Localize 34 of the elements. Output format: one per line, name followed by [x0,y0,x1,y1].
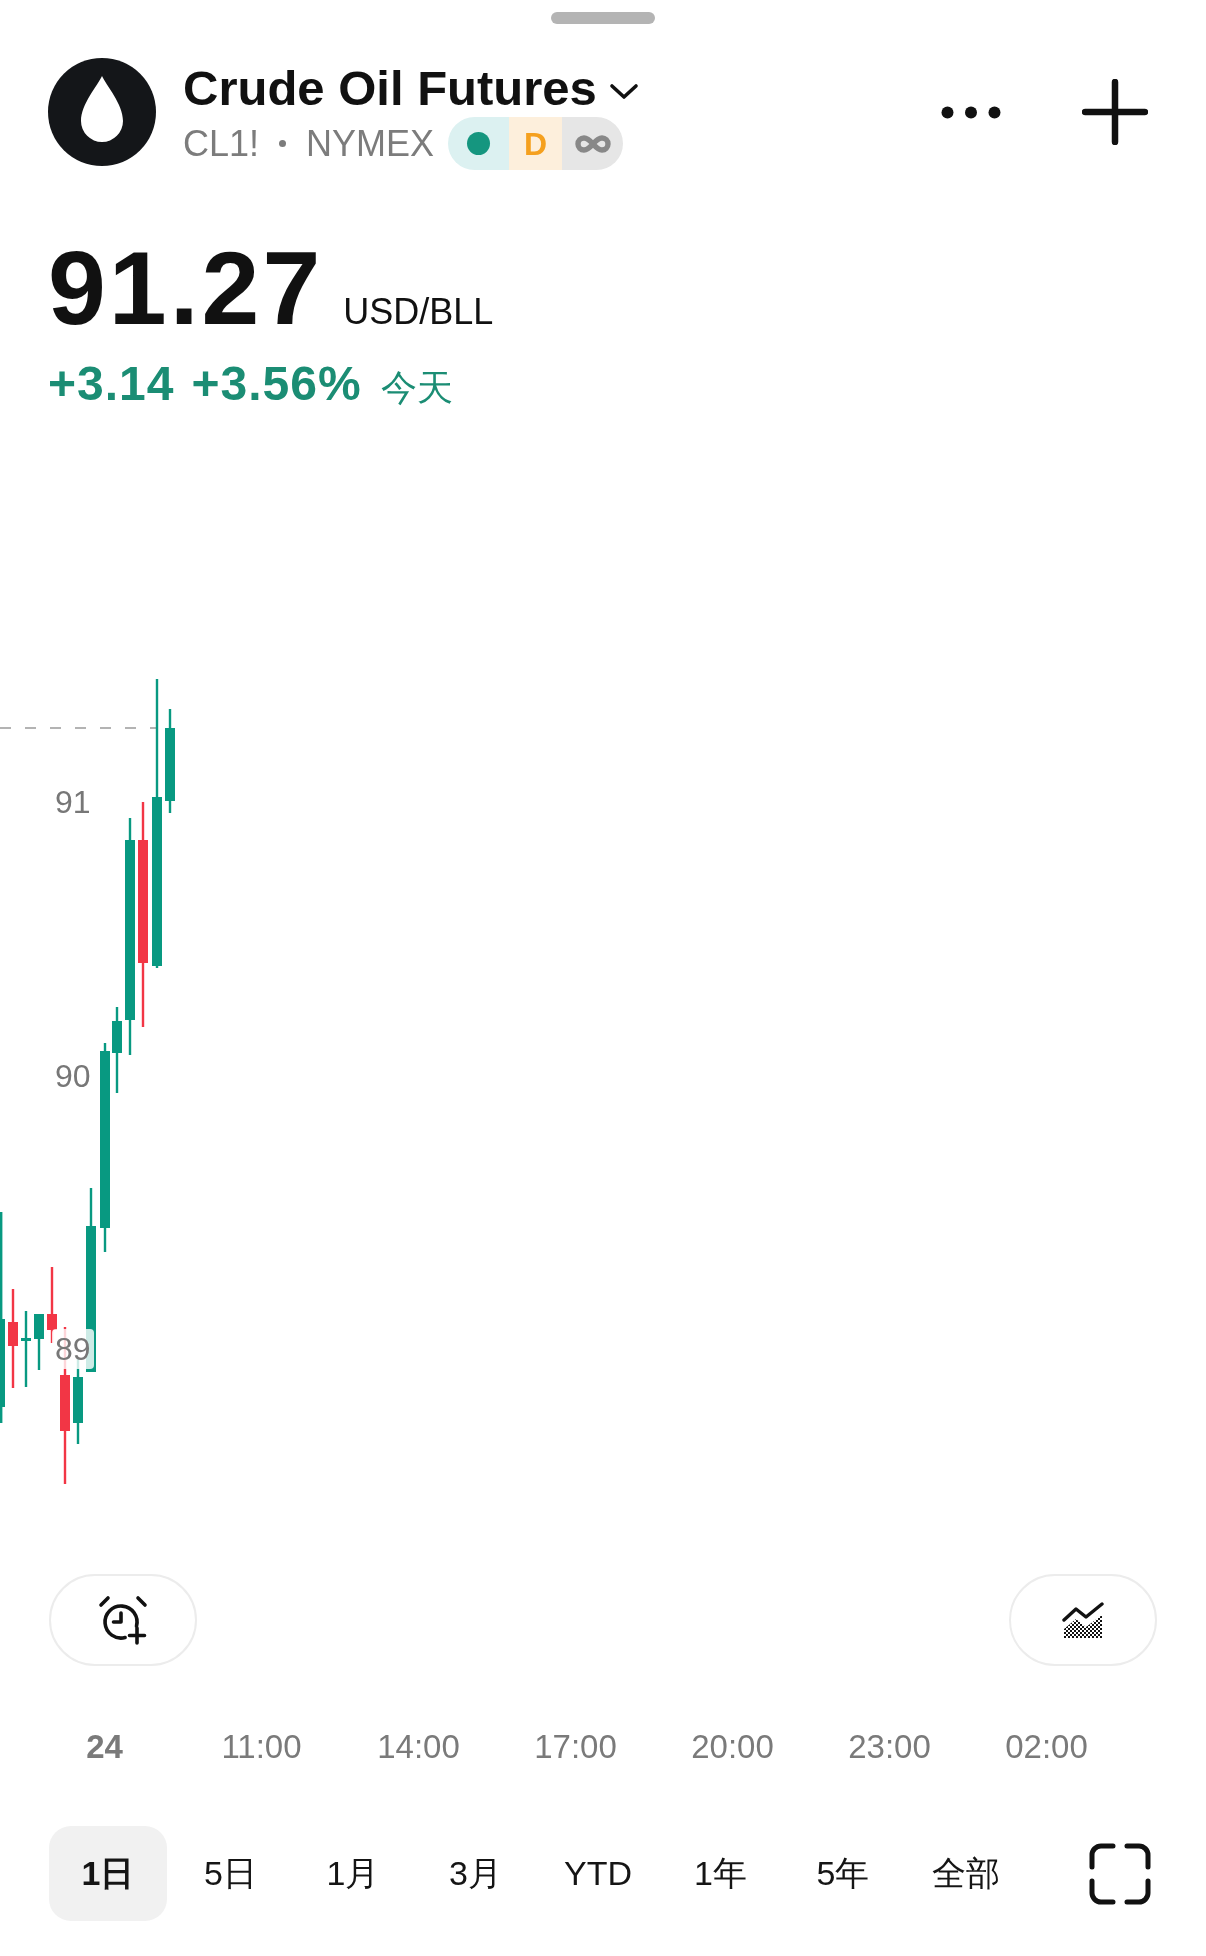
time-axis-label: 02:00 [1005,1727,1088,1767]
period-label: 今天 [380,368,453,408]
range-tab[interactable]: 1年 [661,1826,780,1921]
time-axis-label: 11:00 [221,1727,302,1767]
chevron-down-icon [608,82,639,100]
range-tab[interactable]: 5年 [784,1826,902,1921]
change-value: +3.14 [48,356,175,412]
change-percent: +3.56% [191,356,362,412]
range-tab[interactable]: 3月 [416,1826,535,1921]
time-axis-label: 23:00 [848,1727,931,1767]
symbol-title-dropdown[interactable]: Crude Oil Futures [183,60,639,116]
time-axis-label: 20:00 [691,1727,774,1767]
symbol-code: CL1! [183,123,260,164]
delayed-data-badge: D [509,117,563,170]
range-tab[interactable]: 5日 [171,1826,290,1921]
range-tab[interactable]: 全部 [906,1826,1025,1921]
price-axis-label: 89 [52,1329,94,1369]
drag-handle[interactable] [551,12,655,24]
fullscreen-icon[interactable] [1089,1842,1151,1905]
range-tab[interactable]: YTD [539,1826,657,1921]
alarm-clock-plus-icon [98,1595,148,1645]
time-axis-label: 17:00 [534,1727,617,1767]
range-tab[interactable]: 1月 [294,1826,412,1921]
more-icon[interactable] [941,105,1001,119]
candle [34,1314,44,1370]
add-icon[interactable] [1082,79,1148,145]
area-chart-icon [1062,1602,1104,1638]
price-value: 91.27 [48,236,324,340]
range-tab[interactable]: 1日 [49,1826,167,1921]
separator-dot-icon [279,140,287,147]
exchange-name: NYMEX [306,123,435,164]
time-axis-label: 24 [86,1727,123,1767]
time-axis-label: 14:00 [377,1727,460,1767]
price-unit: USD/BLL [343,292,494,332]
